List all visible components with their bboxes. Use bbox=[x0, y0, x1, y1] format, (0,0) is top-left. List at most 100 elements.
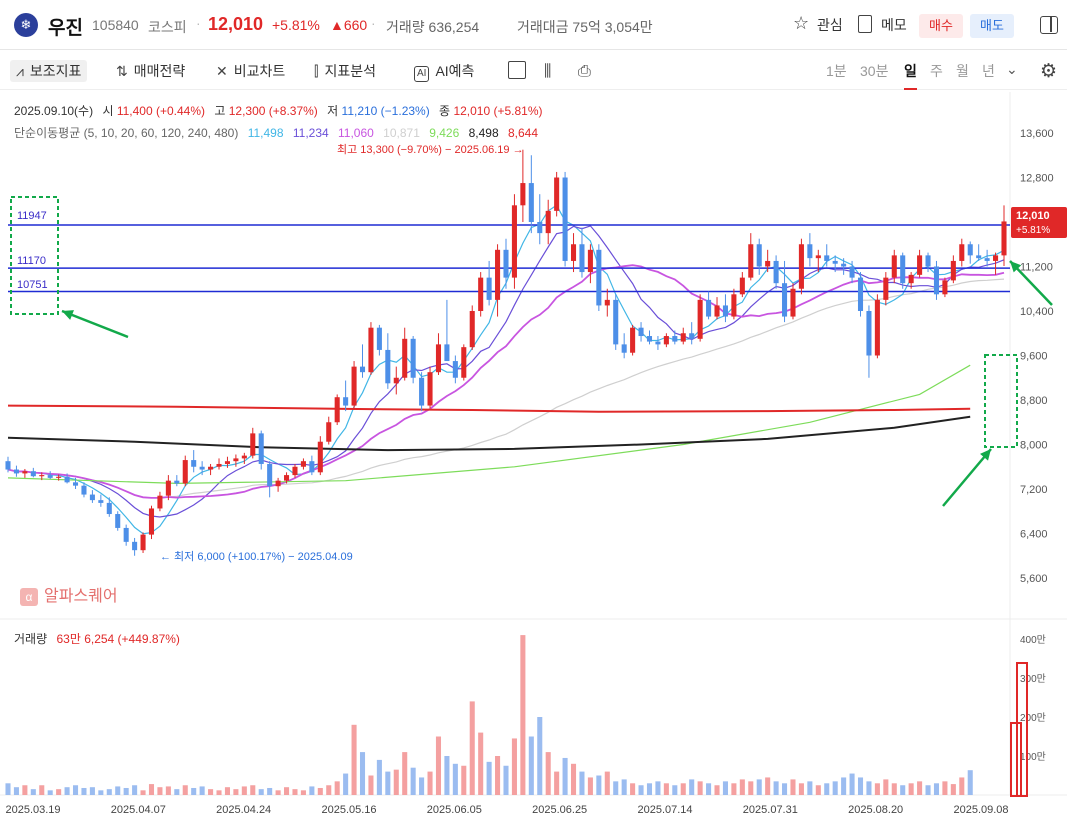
candle-body bbox=[579, 244, 585, 273]
volume-bar bbox=[39, 785, 45, 795]
compare-cross-icon: ✕ bbox=[216, 63, 228, 79]
volume-bar bbox=[570, 763, 577, 795]
volume-bar bbox=[182, 785, 188, 795]
period-week[interactable]: 주 bbox=[930, 61, 943, 81]
candle-body bbox=[13, 469, 19, 474]
candle-body bbox=[959, 244, 965, 261]
camera-icon[interactable]: ⎙ bbox=[578, 60, 597, 82]
volume-bar bbox=[115, 786, 121, 795]
volume-bar bbox=[72, 785, 79, 795]
buy-button[interactable]: 매수 bbox=[919, 14, 963, 38]
price-tag-text: 12,010 bbox=[1016, 210, 1050, 222]
volume-tick-label: 200만 bbox=[1020, 712, 1046, 724]
ai-chip-icon: AI bbox=[414, 66, 430, 82]
candle-body bbox=[714, 305, 720, 317]
candle-body bbox=[157, 495, 163, 509]
candle-body bbox=[697, 299, 703, 339]
date-tick-label: 2025.04.24 bbox=[216, 804, 271, 816]
side-panel-icon[interactable] bbox=[1040, 16, 1058, 34]
level-label: 11170 bbox=[17, 255, 46, 267]
volume-bar bbox=[368, 775, 374, 795]
strategy-label: 매매전략 bbox=[133, 63, 186, 79]
volume-bar bbox=[748, 781, 754, 795]
drawing-square-icon[interactable] bbox=[508, 61, 526, 79]
candle-body bbox=[528, 183, 534, 222]
candle-body bbox=[419, 377, 425, 406]
volume-bar bbox=[697, 781, 703, 795]
watermark-text: 알파스퀘어 bbox=[44, 588, 118, 605]
candle-body bbox=[47, 475, 53, 478]
period-month[interactable]: 월 bbox=[956, 61, 969, 81]
candle-body bbox=[917, 255, 923, 275]
candle-body bbox=[5, 461, 11, 470]
volume-bar bbox=[933, 783, 940, 795]
period-year[interactable]: 년 bbox=[982, 61, 995, 81]
volume-bar bbox=[638, 785, 644, 795]
candle-body bbox=[883, 277, 889, 300]
volume-bar bbox=[680, 783, 686, 795]
strategy-button[interactable]: ⇅ 매매전략 bbox=[116, 60, 185, 82]
period-1min[interactable]: 1분 bbox=[826, 61, 847, 81]
candle-type-icon[interactable]: ⫼ bbox=[544, 60, 557, 82]
ai-forecast-button[interactable]: AI AI예측 bbox=[414, 60, 474, 82]
candle-body bbox=[950, 260, 956, 281]
gear-icon[interactable]: ⚙ bbox=[1040, 60, 1057, 83]
candle-body bbox=[148, 508, 155, 535]
volume-bar bbox=[435, 736, 442, 795]
candle-body bbox=[284, 475, 290, 481]
period-day[interactable]: 일 bbox=[904, 61, 917, 90]
volume-bars bbox=[5, 635, 973, 795]
chevron-down-icon[interactable]: ⌄ bbox=[1006, 61, 1018, 78]
volume-bar bbox=[824, 783, 830, 795]
ma-value-480: 8,644 bbox=[507, 126, 538, 140]
price-tick-label: 8,000 bbox=[1020, 440, 1048, 452]
volume-bar bbox=[495, 756, 501, 795]
memo-button[interactable]: 메모 bbox=[881, 15, 907, 35]
compare-button[interactable]: ✕ 비교차트 bbox=[216, 60, 285, 82]
candle-body bbox=[748, 244, 754, 278]
volume-bar bbox=[908, 783, 914, 795]
ma-value-20: 11,060 bbox=[338, 126, 374, 140]
analysis-button[interactable]: ⫿ 지표분석 bbox=[314, 60, 376, 82]
candle-body bbox=[224, 461, 230, 464]
price-chart[interactable]: 13,60012,80012,00011,20010,4009,6008,800… bbox=[0, 90, 1067, 819]
volume-bar bbox=[351, 724, 357, 795]
watchlist-button[interactable]: 관심 bbox=[817, 15, 843, 35]
ma-value-10: 11,234 bbox=[292, 126, 329, 140]
price-tick-label: 9,600 bbox=[1020, 351, 1048, 363]
candle-body bbox=[343, 397, 349, 406]
sell-button[interactable]: 매도 bbox=[970, 14, 1014, 38]
volume-bar bbox=[579, 771, 585, 795]
volume-bar bbox=[98, 790, 104, 795]
date-tick-label: 2025.08.20 bbox=[848, 804, 903, 816]
star-icon[interactable]: ☆ bbox=[793, 13, 809, 34]
alphasquare-watermark: α 알파스퀘어 bbox=[20, 582, 118, 606]
volume-label: 거래량 bbox=[14, 632, 48, 646]
candle-body bbox=[393, 377, 399, 384]
price-tick-label: 6,400 bbox=[1020, 529, 1048, 541]
current-price: 12,010 bbox=[208, 14, 264, 34]
candle-body bbox=[22, 471, 28, 474]
stock-code: 105840 bbox=[92, 17, 139, 33]
ma-240-line bbox=[7, 415, 971, 452]
candle-body bbox=[587, 249, 593, 273]
open-value: 11,400 (+0.44%) bbox=[116, 104, 205, 118]
volume-bar bbox=[798, 783, 804, 795]
candle-body bbox=[326, 422, 332, 442]
volume-bar bbox=[402, 752, 408, 795]
volume-tick-label: 300만 bbox=[1020, 673, 1046, 685]
period-30min[interactable]: 30분 bbox=[860, 61, 888, 81]
indicators-button[interactable]: ⩘ 보조지표 bbox=[10, 60, 88, 82]
volume-bar bbox=[267, 787, 273, 795]
memo-icon[interactable] bbox=[858, 15, 872, 33]
volume-bar bbox=[630, 783, 636, 795]
volume-bar bbox=[739, 779, 745, 795]
candle-body bbox=[486, 277, 492, 300]
volume-bar bbox=[410, 767, 416, 795]
volume-bar bbox=[528, 736, 534, 795]
candle-body bbox=[402, 338, 408, 378]
candle-body bbox=[646, 336, 653, 342]
date-tick-label: 2025.09.08 bbox=[953, 804, 1008, 816]
candle-body bbox=[132, 541, 138, 551]
volume-bar bbox=[81, 787, 87, 795]
